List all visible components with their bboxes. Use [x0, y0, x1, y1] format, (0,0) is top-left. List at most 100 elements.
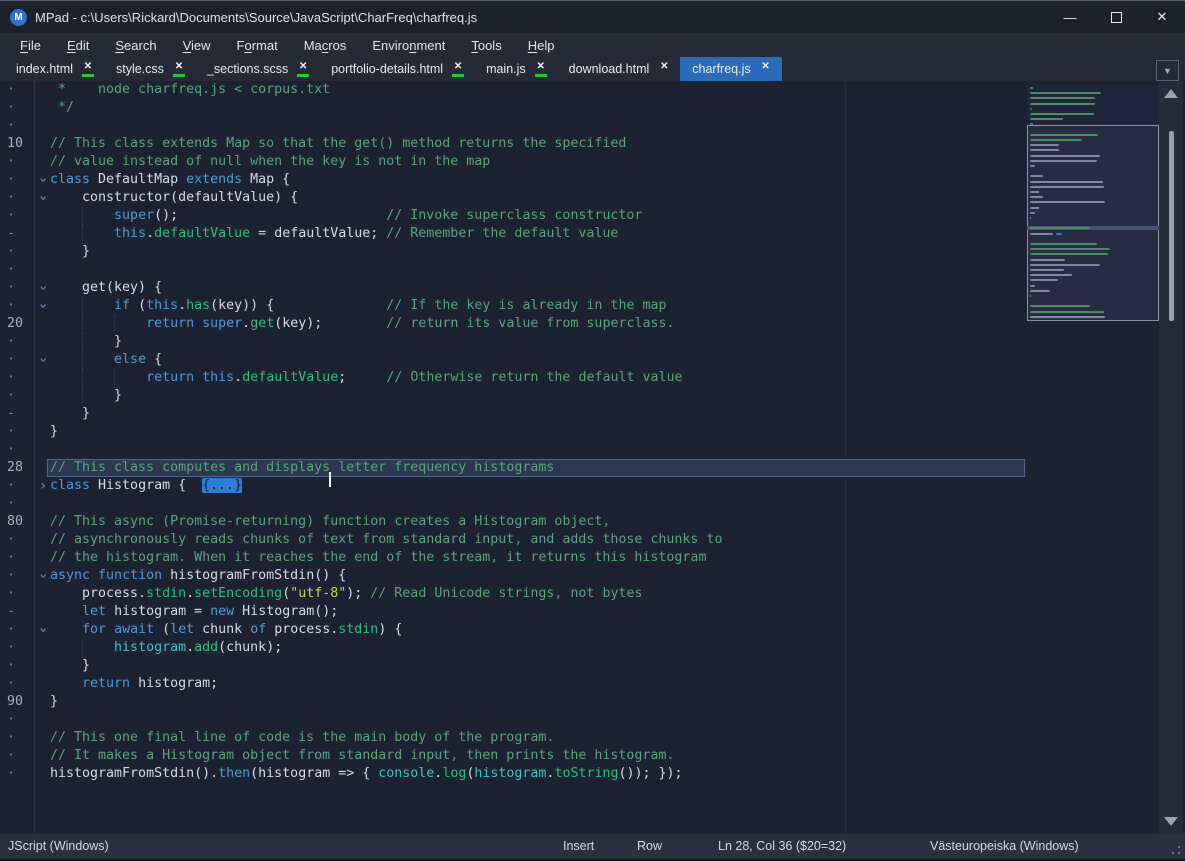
menu-item-view[interactable]: View — [170, 38, 224, 53]
minimap[interactable] — [1027, 85, 1159, 321]
code-line[interactable]: · — [0, 441, 1185, 459]
tab-close-area[interactable]: ✕ — [535, 62, 547, 77]
close-tab-icon[interactable]: ✕ — [299, 62, 307, 72]
scroll-up-icon[interactable] — [1164, 89, 1178, 98]
code-line[interactable]: ·› if (this.has(key)) { // If the key is… — [0, 297, 1185, 315]
close-tab-icon[interactable]: ✕ — [454, 62, 462, 72]
code-line[interactable]: 90} — [0, 693, 1185, 711]
code-line[interactable]: ·› else { — [0, 351, 1185, 369]
code-line[interactable]: 10// This class extends Map so that the … — [0, 135, 1185, 153]
code-line[interactable]: · * node charfreq.js < corpus.txt — [0, 81, 1185, 99]
token: process. — [50, 586, 146, 601]
tab-style.css[interactable]: style.css✕ — [104, 57, 195, 81]
code-line[interactable]: · } — [0, 387, 1185, 405]
code-line[interactable]: ·›class Histogram { {...} — [0, 477, 1185, 495]
token: // value instead of null when the key is… — [50, 154, 490, 169]
code-line[interactable]: - let histogram = new Histogram(); — [0, 603, 1185, 621]
tab-close-area[interactable]: ✕ — [297, 62, 309, 77]
tab-portfolio-details.html[interactable]: portfolio-details.html✕ — [319, 57, 474, 81]
tab-index.html[interactable]: index.html✕ — [4, 57, 104, 81]
token: // If the key is already in the map — [386, 298, 666, 313]
menu-item-file[interactable]: File — [7, 38, 54, 53]
close-tab-icon[interactable]: ✕ — [175, 62, 183, 72]
code-line[interactable]: · return histogram; — [0, 675, 1185, 693]
mpad-app-icon: M — [10, 9, 27, 26]
token: // Remember the default value — [386, 226, 618, 241]
folded-code-box[interactable]: {...} — [202, 478, 242, 493]
code-line[interactable]: - this.defaultValue = defaultValue; // R… — [0, 225, 1185, 243]
close-button[interactable]: ✕ — [1139, 1, 1185, 33]
maximize-button[interactable] — [1093, 1, 1139, 33]
code-line[interactable]: ·// asynchronously reads chunks of text … — [0, 531, 1185, 549]
code-line[interactable]: · */ — [0, 99, 1185, 117]
code-line[interactable]: ·›class DefaultMap extends Map { — [0, 171, 1185, 189]
scrollbar-thumb[interactable] — [1169, 131, 1174, 321]
menu-item-macros[interactable]: Macros — [291, 38, 360, 53]
scroll-down-icon[interactable] — [1164, 817, 1178, 826]
menu-item-help[interactable]: Help — [515, 38, 568, 53]
tab-_sections.scss[interactable]: _sections.scss✕ — [195, 57, 319, 81]
token: Histogram(); — [234, 604, 338, 619]
code-line[interactable]: · } — [0, 333, 1185, 351]
close-tab-icon[interactable]: ✕ — [660, 62, 668, 72]
code-line[interactable]: · return this.defaultValue; // Otherwise… — [0, 369, 1185, 387]
titlebar: M MPad - c:\Users\Rickard\Documents\Sour… — [0, 1, 1185, 33]
minimize-button[interactable]: — — [1047, 1, 1093, 33]
code-line[interactable]: · — [0, 711, 1185, 729]
code-line[interactable]: ·// value instead of null when the key i… — [0, 153, 1185, 171]
code-line[interactable]: ·// the histogram. When it reaches the e… — [0, 549, 1185, 567]
code-line[interactable]: 80// This async (Promise-returning) func… — [0, 513, 1185, 531]
menu-item-format[interactable]: Format — [224, 38, 291, 53]
code-line[interactable]: · — [0, 117, 1185, 135]
code-line[interactable]: ·// It makes a Histogram object from sta… — [0, 747, 1185, 765]
code-line[interactable]: ·} — [0, 423, 1185, 441]
code-line[interactable]: 28// This class computes and displays le… — [0, 459, 1185, 477]
tab-close-area[interactable]: ✕ — [658, 62, 670, 77]
code-line[interactable]: ·› constructor(defaultValue) { — [0, 189, 1185, 207]
token: let — [82, 604, 106, 619]
code-line[interactable]: ·histogramFromStdin().then(histogram => … — [0, 765, 1185, 783]
tab-close-area[interactable]: ✕ — [452, 62, 464, 77]
token: super — [202, 316, 242, 331]
code-line[interactable]: 20 return super.get(key); // return its … — [0, 315, 1185, 333]
token: // This class extends Map so that the ge… — [50, 136, 626, 151]
code-line[interactable]: · — [0, 495, 1185, 513]
code-text: } — [50, 405, 90, 423]
code-editor[interactable]: · * node charfreq.js < corpus.txt· */·10… — [0, 81, 1185, 834]
code-line[interactable]: · super(); // Invoke superclass construc… — [0, 207, 1185, 225]
status-insert-mode: Insert — [563, 834, 594, 859]
code-text: * node charfreq.js < corpus.txt — [50, 81, 330, 99]
code-line[interactable]: · } — [0, 243, 1185, 261]
close-tab-icon[interactable]: ✕ — [536, 62, 544, 72]
token: ()); }); — [618, 766, 682, 781]
tab-overflow-dropdown[interactable]: ▼ — [1156, 60, 1179, 81]
tab-close-area[interactable]: ✕ — [760, 62, 772, 77]
vertical-scrollbar[interactable] — [1159, 81, 1183, 834]
menu-item-tools[interactable]: Tools — [458, 38, 514, 53]
menu-item-search[interactable]: Search — [102, 38, 169, 53]
code-line[interactable]: · — [0, 261, 1185, 279]
fold-closed-icon[interactable]: › — [37, 477, 49, 495]
tab-download.html[interactable]: download.html✕ — [557, 57, 681, 81]
code-text: } — [50, 243, 90, 261]
code-line[interactable]: ·// This one final line of code is the m… — [0, 729, 1185, 747]
minimap-line — [1030, 248, 1110, 250]
code-line[interactable]: · } — [0, 657, 1185, 675]
code-line[interactable]: ·› get(key) { — [0, 279, 1185, 297]
tab-charfreq.js[interactable]: charfreq.js✕ — [680, 57, 781, 81]
code-line[interactable]: · process.stdin.setEncoding("utf-8"); //… — [0, 585, 1185, 603]
code-area: · * node charfreq.js < corpus.txt· */·10… — [0, 81, 1185, 783]
close-tab-icon[interactable]: ✕ — [761, 62, 769, 72]
code-line[interactable]: · histogram.add(chunk); — [0, 639, 1185, 657]
token: letter frequency histograms — [330, 460, 554, 475]
code-line[interactable]: - } — [0, 405, 1185, 423]
tab-close-area[interactable]: ✕ — [173, 62, 185, 77]
close-tab-icon[interactable]: ✕ — [84, 62, 92, 72]
code-line[interactable]: ·›async function histogramFromStdin() { — [0, 567, 1185, 585]
tab-close-area[interactable]: ✕ — [82, 62, 94, 77]
code-line[interactable]: ·› for await (let chunk of process.stdin… — [0, 621, 1185, 639]
menu-item-environment[interactable]: Environment — [359, 38, 458, 53]
tab-main.js[interactable]: main.js✕ — [474, 57, 557, 81]
resize-grip[interactable] — [1172, 846, 1180, 854]
menu-item-edit[interactable]: Edit — [54, 38, 102, 53]
